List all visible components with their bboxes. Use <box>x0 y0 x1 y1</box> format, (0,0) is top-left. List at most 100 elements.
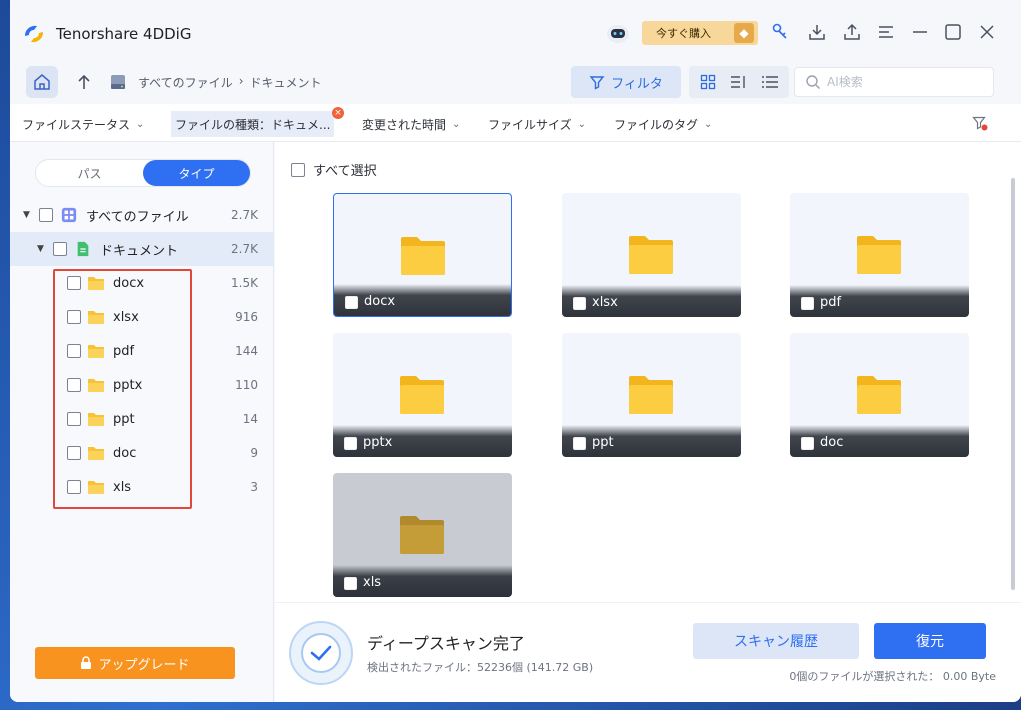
checkbox[interactable] <box>53 242 67 256</box>
tab-path[interactable]: パス <box>36 160 143 186</box>
navigation-bar: すべてのファイル › ドキュメント フィルタ <box>10 62 1021 104</box>
folder-card-xlsx[interactable]: xlsx <box>562 193 741 317</box>
checkbox[interactable] <box>67 276 81 290</box>
chevron-down-icon: ⌄ <box>136 118 145 130</box>
list-view-icon[interactable] <box>758 70 782 94</box>
recover-button[interactable]: 復元 <box>874 623 986 659</box>
tree-item-docx[interactable]: docx 1.5K <box>10 266 274 300</box>
filter-modified-time[interactable]: 変更された時間 ⌄ <box>358 111 464 137</box>
tree-item-doc[interactable]: doc 9 <box>10 436 274 470</box>
checkbox[interactable] <box>39 208 53 222</box>
home-button[interactable] <box>26 66 58 98</box>
checkbox[interactable] <box>573 437 586 450</box>
select-all-checkbox[interactable] <box>291 162 305 177</box>
card-footer: doc <box>790 425 969 457</box>
filter-modified-time-label: 変更された時間 <box>362 117 447 132</box>
folder-card-ppt[interactable]: ppt <box>562 333 741 457</box>
checkbox[interactable] <box>67 446 81 460</box>
checkbox[interactable] <box>67 480 81 494</box>
detail-view-icon[interactable] <box>727 70 751 94</box>
tree-item-ppt[interactable]: ppt 14 <box>10 402 274 436</box>
tree-count: 2.7K <box>231 242 258 256</box>
view-mode-group <box>689 66 789 98</box>
folder-card-docx[interactable]: docx <box>333 193 512 317</box>
filter-file-size[interactable]: ファイルサイズ ⌄ <box>484 111 590 137</box>
checkbox[interactable] <box>67 378 81 392</box>
card-label: xls <box>363 575 382 590</box>
filter-file-tag[interactable]: ファイルのタグ ⌄ <box>610 111 716 137</box>
folder-icon <box>400 376 444 414</box>
tree-item-all-files[interactable]: ▼ すべてのファイル 2.7K <box>10 198 274 232</box>
tree-item-documents[interactable]: ▼ ドキュメント 2.7K <box>10 232 274 266</box>
key-icon[interactable] <box>768 20 792 44</box>
sidebar: パス タイプ ▼ すべてのファイル 2.7K ▼ ドキュメント 2.7K doc… <box>10 142 274 702</box>
tree-count: 110 <box>235 378 258 392</box>
checkbox[interactable] <box>345 296 358 309</box>
tree-count: 916 <box>235 310 258 324</box>
tree-count: 1.5K <box>231 276 258 290</box>
upgrade-label: アップグレード <box>98 657 190 673</box>
card-label: pdf <box>820 295 842 310</box>
breadcrumb-item-all-files[interactable]: すべてのファイル <box>138 74 233 91</box>
tree-item-xlsx[interactable]: xlsx 916 <box>10 300 274 334</box>
checkbox[interactable] <box>67 412 81 426</box>
card-footer: ppt <box>562 425 741 457</box>
share-icon[interactable] <box>840 20 864 44</box>
chevron-down-icon: ⌄ <box>704 118 713 130</box>
filter-button[interactable]: フィルタ <box>571 66 681 98</box>
folder-card-pptx[interactable]: pptx <box>333 333 512 457</box>
folder-card-xls[interactable]: xls <box>333 473 512 597</box>
folder-card-doc[interactable]: doc <box>790 333 969 457</box>
file-grid-panel: すべて選択 docx xlsx pdf pptx ppt doc xls <box>275 142 1021 602</box>
filter-file-type[interactable]: ファイルの種類：ドキュメ... <box>171 111 335 137</box>
folder-icon <box>88 447 104 460</box>
tree-label: すべてのファイル <box>86 209 189 225</box>
ai-search-input[interactable] <box>827 75 977 89</box>
scrollbar[interactable] <box>1011 178 1015 590</box>
upgrade-button[interactable]: アップグレード <box>35 647 235 679</box>
minimize-icon[interactable] <box>908 20 932 44</box>
up-arrow-icon[interactable] <box>72 70 96 94</box>
tree-item-pptx[interactable]: pptx 110 <box>10 368 274 402</box>
home-icon <box>34 74 50 90</box>
tree-count: 3 <box>250 480 258 494</box>
clear-file-type-filter-icon[interactable]: × <box>332 107 344 119</box>
clock-check-icon <box>301 633 341 673</box>
caret-down-icon[interactable]: ▼ <box>37 244 44 254</box>
breadcrumb-item-documents[interactable]: ドキュメント <box>250 74 322 91</box>
folder-icon <box>400 516 444 554</box>
checkbox[interactable] <box>67 310 81 324</box>
tab-type[interactable]: タイプ <box>143 160 250 186</box>
view-toggle: パス タイプ <box>35 159 251 187</box>
caret-down-icon[interactable]: ▼ <box>23 210 30 220</box>
lock-icon <box>81 656 92 669</box>
tree-item-xls[interactable]: xls 3 <box>10 470 274 504</box>
folder-icon <box>88 481 104 494</box>
close-icon[interactable] <box>975 20 999 44</box>
tree-item-pdf[interactable]: pdf 144 <box>10 334 274 368</box>
checkbox[interactable] <box>344 437 357 450</box>
checkbox[interactable] <box>801 437 814 450</box>
folder-icon <box>88 379 104 392</box>
select-all[interactable]: すべて選択 <box>291 160 377 179</box>
chevron-down-icon: ⌄ <box>577 118 587 130</box>
folder-icon <box>857 236 901 274</box>
filter-file-status-label: ファイルステータス <box>22 117 131 132</box>
filter-file-status[interactable]: ファイルステータス ⌄ <box>18 111 148 137</box>
checkbox[interactable] <box>67 344 81 358</box>
clear-filters-icon[interactable] <box>972 115 988 131</box>
folder-card-pdf[interactable]: pdf <box>790 193 969 317</box>
buy-now-button[interactable]: 今すぐ購入 ◆ <box>642 21 758 45</box>
grid-view-icon[interactable] <box>696 70 720 94</box>
tree-count: 144 <box>235 344 258 358</box>
checkbox[interactable] <box>344 577 357 590</box>
checkbox[interactable] <box>573 297 586 310</box>
checkbox[interactable] <box>801 297 814 310</box>
download-icon[interactable] <box>805 20 829 44</box>
assistant-robot-icon[interactable] <box>606 22 630 44</box>
filter-file-tag-label: ファイルのタグ <box>614 117 699 132</box>
menu-icon[interactable] <box>874 20 898 44</box>
scan-history-button[interactable]: スキャン履歴 <box>693 623 859 659</box>
card-label: docx <box>364 294 396 309</box>
maximize-icon[interactable] <box>941 20 965 44</box>
